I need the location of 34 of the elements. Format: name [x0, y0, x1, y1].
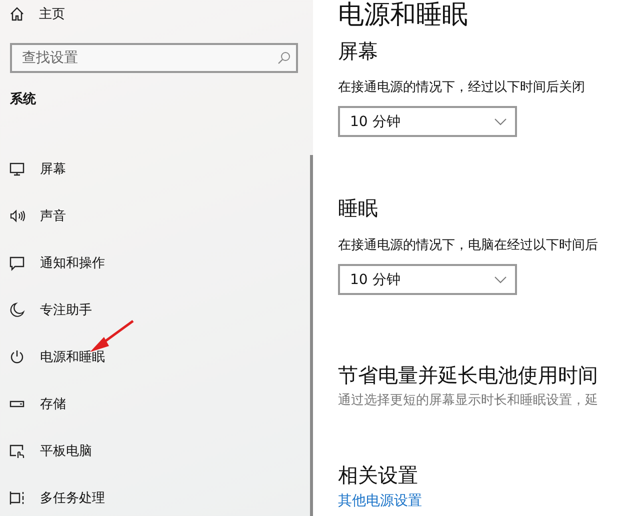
- description-text: 通过选择更短的屏幕显示时长和睡眠设置，延: [338, 392, 599, 410]
- home-link[interactable]: 主页: [39, 5, 65, 23]
- speaker-icon: [9, 208, 25, 224]
- nav-item[interactable]: 专注助手: [40, 300, 92, 318]
- section-title: 系统: [10, 91, 37, 109]
- nav-item[interactable]: 声音: [40, 206, 66, 224]
- power-icon: [9, 348, 25, 364]
- tablet-icon: [9, 442, 25, 458]
- page-title: 电源和睡眠: [338, 0, 468, 30]
- search-field[interactable]: 查找设置: [10, 43, 298, 73]
- search-icon: [277, 51, 291, 65]
- settings-link[interactable]: 其他电源设置: [338, 493, 422, 509]
- home-icon: [9, 6, 25, 22]
- description-text: 在接通电源的情况下，经过以下时间后关闭: [338, 79, 586, 97]
- monitor-icon: [9, 160, 25, 176]
- nav-item[interactable]: 屏幕: [40, 160, 66, 178]
- nav-item[interactable]: 多任务处理: [40, 488, 105, 506]
- section-heading: 节省电量并延长电池使用时间: [338, 362, 598, 388]
- section-heading: 睡眠: [338, 195, 378, 221]
- description-text: 在接通电源的情况下，电脑在经过以下时间后: [338, 237, 599, 255]
- section-heading: 屏幕: [338, 38, 378, 64]
- nav-item[interactable]: 存储: [40, 394, 66, 412]
- scrollbar[interactable]: [310, 155, 313, 516]
- moon-icon: [9, 302, 25, 318]
- multitask-icon: [9, 490, 25, 506]
- time-dropdown[interactable]: 10 分钟: [338, 264, 517, 295]
- nav-item[interactable]: 通知和操作: [40, 254, 105, 272]
- nav-item[interactable]: 电源和睡眠: [40, 348, 105, 366]
- chevron-icon: [494, 276, 507, 284]
- time-dropdown[interactable]: 10 分钟: [338, 106, 517, 137]
- chevron-icon: [494, 118, 507, 126]
- section-heading: 相关设置: [338, 462, 418, 488]
- message-icon: [9, 254, 25, 270]
- nav-item[interactable]: 平板电脑: [40, 442, 92, 460]
